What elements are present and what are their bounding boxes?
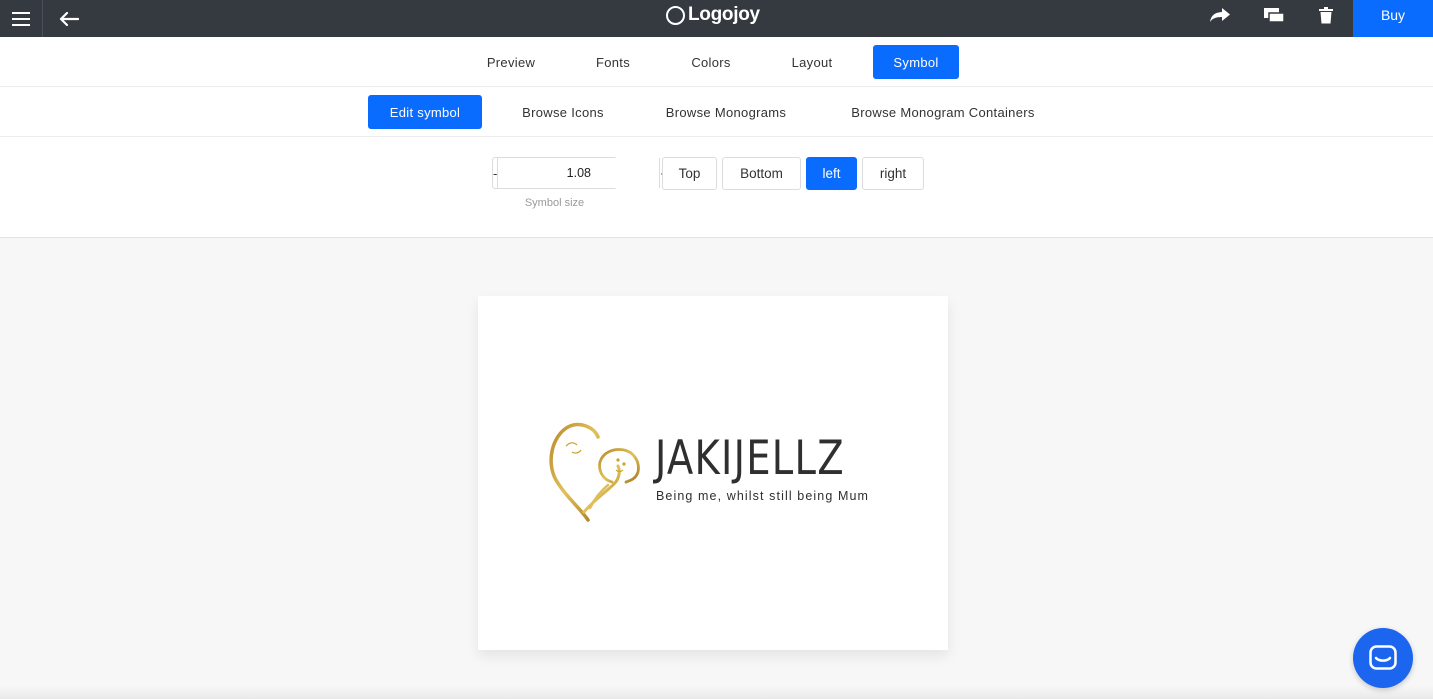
- tab-layout[interactable]: Layout: [778, 45, 846, 79]
- menu-icon: [12, 11, 30, 26]
- menu-button[interactable]: [0, 0, 43, 37]
- chat-launcher-button[interactable]: [1353, 628, 1413, 688]
- top-bar: Logojoy Buy: [0, 0, 1433, 37]
- share-button[interactable]: [1206, 0, 1234, 30]
- subtab-browse-icons[interactable]: Browse Icons: [508, 95, 618, 129]
- chat-icon: [1369, 645, 1397, 670]
- logo-preview-canvas[interactable]: JAKIJELLZ Being me, whilst still being M…: [478, 296, 948, 650]
- position-top-button[interactable]: Top: [662, 157, 717, 190]
- position-left-button[interactable]: left: [806, 157, 857, 190]
- symbol-size-stepper: - +: [492, 157, 668, 189]
- symbol-subtabs: Edit symbol Browse Icons Browse Monogram…: [0, 87, 1433, 137]
- tab-preview[interactable]: Preview: [474, 45, 548, 79]
- subtab-browse-monogram-containers[interactable]: Browse Monogram Containers: [834, 95, 1052, 129]
- back-arrow-icon: [59, 11, 79, 26]
- logo-company-name: JAKIJELLZ: [655, 431, 845, 486]
- symbol-controls: - + Symbol size Top Bottom left right: [0, 137, 1433, 238]
- compare-button[interactable]: [1260, 0, 1288, 30]
- tab-symbol[interactable]: Symbol: [873, 45, 959, 79]
- brand-name: Logojoy: [688, 4, 760, 25]
- trash-icon: [1319, 6, 1333, 23]
- brand-ring-icon: [666, 5, 685, 25]
- share-icon: [1210, 8, 1230, 22]
- symbol-size-label: Symbol size: [524, 197, 585, 209]
- position-right-button[interactable]: right: [862, 157, 924, 190]
- brand-logo[interactable]: Logojoy: [666, 0, 760, 30]
- delete-button[interactable]: [1312, 0, 1340, 30]
- compare-icon: [1264, 8, 1285, 23]
- buy-button[interactable]: Buy: [1353, 0, 1433, 37]
- back-button[interactable]: [54, 0, 84, 37]
- bottom-shade: [0, 686, 1433, 699]
- main-tabs: Preview Fonts Colors Layout Symbol: [0, 37, 1433, 87]
- position-bottom-button[interactable]: Bottom: [722, 157, 801, 190]
- tab-fonts[interactable]: Fonts: [582, 45, 644, 79]
- subtab-browse-monograms[interactable]: Browse Monograms: [650, 95, 802, 129]
- symbol-size-input[interactable]: [497, 158, 661, 188]
- logo-tagline: Being me, whilst still being Mum: [656, 489, 870, 503]
- subtab-edit-symbol[interactable]: Edit symbol: [368, 95, 482, 129]
- heart-mother-baby-icon: [549, 422, 640, 522]
- tab-colors[interactable]: Colors: [678, 45, 744, 79]
